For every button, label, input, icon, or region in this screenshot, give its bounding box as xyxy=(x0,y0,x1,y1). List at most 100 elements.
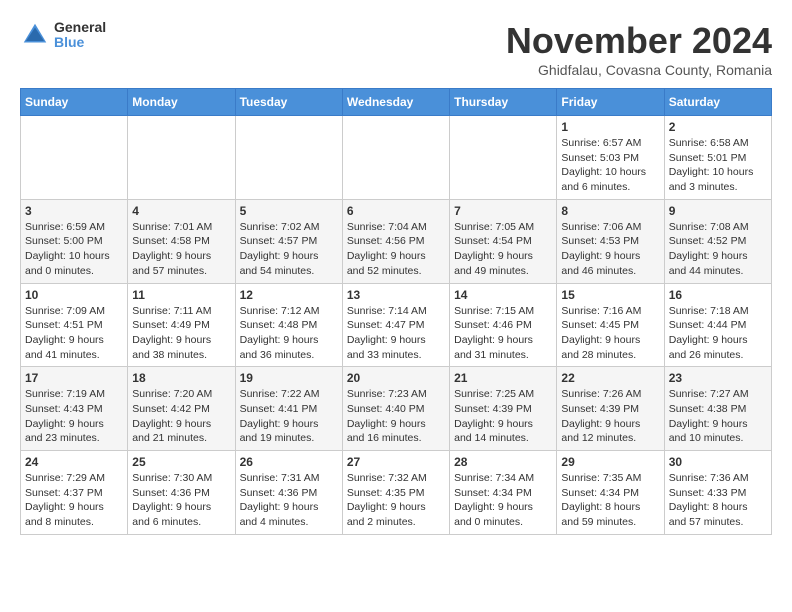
day-info: Sunrise: 7:01 AMSunset: 4:58 PMDaylight:… xyxy=(132,220,230,279)
day-number: 8 xyxy=(561,204,659,218)
day-info: Sunrise: 7:32 AMSunset: 4:35 PMDaylight:… xyxy=(347,471,445,530)
calendar-body: 1 Sunrise: 6:57 AMSunset: 5:03 PMDaylight… xyxy=(21,116,772,535)
day-info: Sunrise: 7:14 AMSunset: 4:47 PMDaylight:… xyxy=(347,304,445,363)
day-info: Sunrise: 7:25 AMSunset: 4:39 PMDaylight:… xyxy=(454,387,552,446)
day-info: Sunrise: 7:31 AMSunset: 4:36 PMDaylight:… xyxy=(240,471,338,530)
day-info: Sunrise: 7:20 AMSunset: 4:42 PMDaylight:… xyxy=(132,387,230,446)
day-header-sunday: Sunday xyxy=(21,89,128,116)
calendar-cell: 2 Sunrise: 6:58 AMSunset: 5:01 PMDaylight… xyxy=(664,116,771,200)
calendar-cell xyxy=(21,116,128,200)
day-header-monday: Monday xyxy=(128,89,235,116)
calendar-cell: 6 Sunrise: 7:04 AMSunset: 4:56 PMDaylight… xyxy=(342,199,449,283)
day-info: Sunrise: 7:34 AMSunset: 4:34 PMDaylight:… xyxy=(454,471,552,530)
day-info: Sunrise: 7:15 AMSunset: 4:46 PMDaylight:… xyxy=(454,304,552,363)
day-info: Sunrise: 7:16 AMSunset: 4:45 PMDaylight:… xyxy=(561,304,659,363)
day-number: 6 xyxy=(347,204,445,218)
calendar-cell xyxy=(450,116,557,200)
calendar-table: SundayMondayTuesdayWednesdayThursdayFrid… xyxy=(20,88,772,535)
day-number: 5 xyxy=(240,204,338,218)
day-info: Sunrise: 7:05 AMSunset: 4:54 PMDaylight:… xyxy=(454,220,552,279)
calendar-cell: 24 Sunrise: 7:29 AMSunset: 4:37 PMDayligh… xyxy=(21,451,128,535)
calendar-cell: 17 Sunrise: 7:19 AMSunset: 4:43 PMDayligh… xyxy=(21,367,128,451)
calendar-cell: 27Sunrise: 7:32 AMSunset: 4:35 PMDayligh… xyxy=(342,451,449,535)
calendar-cell: 25Sunrise: 7:30 AMSunset: 4:36 PMDayligh… xyxy=(128,451,235,535)
title-area: November 2024 Ghidfalau, Covasna County,… xyxy=(506,20,772,78)
calendar-cell: 5 Sunrise: 7:02 AMSunset: 4:57 PMDaylight… xyxy=(235,199,342,283)
calendar-cell: 22Sunrise: 7:26 AMSunset: 4:39 PMDayligh… xyxy=(557,367,664,451)
day-number: 4 xyxy=(132,204,230,218)
day-number: 11 xyxy=(132,288,230,302)
logo-text: General Blue xyxy=(54,20,106,51)
day-number: 7 xyxy=(454,204,552,218)
calendar-cell: 29Sunrise: 7:35 AMSunset: 4:34 PMDayligh… xyxy=(557,451,664,535)
calendar-cell: 9Sunrise: 7:08 AMSunset: 4:52 PMDaylight… xyxy=(664,199,771,283)
day-number: 14 xyxy=(454,288,552,302)
logo-blue-text: Blue xyxy=(54,35,106,50)
calendar-cell: 15Sunrise: 7:16 AMSunset: 4:45 PMDayligh… xyxy=(557,283,664,367)
day-info: Sunrise: 7:27 AMSunset: 4:38 PMDaylight:… xyxy=(669,387,767,446)
calendar-cell: 18 Sunrise: 7:20 AMSunset: 4:42 PMDayligh… xyxy=(128,367,235,451)
day-info: Sunrise: 7:09 AMSunset: 4:51 PMDaylight:… xyxy=(25,304,123,363)
month-title: November 2024 xyxy=(506,20,772,62)
day-header-friday: Friday xyxy=(557,89,664,116)
calendar-cell: 20Sunrise: 7:23 AMSunset: 4:40 PMDayligh… xyxy=(342,367,449,451)
day-info: Sunrise: 7:02 AMSunset: 4:57 PMDaylight:… xyxy=(240,220,338,279)
calendar-header: SundayMondayTuesdayWednesdayThursdayFrid… xyxy=(21,89,772,116)
calendar-week-5: 24 Sunrise: 7:29 AMSunset: 4:37 PMDayligh… xyxy=(21,451,772,535)
day-headers-row: SundayMondayTuesdayWednesdayThursdayFrid… xyxy=(21,89,772,116)
day-number: 26 xyxy=(240,455,338,469)
location-subtitle: Ghidfalau, Covasna County, Romania xyxy=(506,62,772,78)
calendar-week-3: 10 Sunrise: 7:09 AMSunset: 4:51 PMDayligh… xyxy=(21,283,772,367)
day-number: 29 xyxy=(561,455,659,469)
day-number: 10 xyxy=(25,288,123,302)
calendar-cell: 7 Sunrise: 7:05 AMSunset: 4:54 PMDaylight… xyxy=(450,199,557,283)
day-info: Sunrise: 6:59 AMSunset: 5:00 PMDaylight:… xyxy=(25,220,123,279)
calendar-week-1: 1 Sunrise: 6:57 AMSunset: 5:03 PMDaylight… xyxy=(21,116,772,200)
day-number: 17 xyxy=(25,371,123,385)
day-number: 24 xyxy=(25,455,123,469)
day-info: Sunrise: 7:29 AMSunset: 4:37 PMDaylight:… xyxy=(25,471,123,530)
day-number: 28 xyxy=(454,455,552,469)
calendar-cell: 12 Sunrise: 7:12 AMSunset: 4:48 PMDayligh… xyxy=(235,283,342,367)
calendar-cell: 11Sunrise: 7:11 AMSunset: 4:49 PMDayligh… xyxy=(128,283,235,367)
calendar-cell xyxy=(128,116,235,200)
calendar-cell: 3 Sunrise: 6:59 AMSunset: 5:00 PMDaylight… xyxy=(21,199,128,283)
day-header-thursday: Thursday xyxy=(450,89,557,116)
day-info: Sunrise: 7:12 AMSunset: 4:48 PMDaylight:… xyxy=(240,304,338,363)
day-info: Sunrise: 7:06 AMSunset: 4:53 PMDaylight:… xyxy=(561,220,659,279)
day-number: 13 xyxy=(347,288,445,302)
calendar-cell: 21 Sunrise: 7:25 AMSunset: 4:39 PMDayligh… xyxy=(450,367,557,451)
calendar-cell: 14 Sunrise: 7:15 AMSunset: 4:46 PMDayligh… xyxy=(450,283,557,367)
day-header-saturday: Saturday xyxy=(664,89,771,116)
page-header: General Blue November 2024 Ghidfalau, Co… xyxy=(20,20,772,78)
calendar-cell: 23Sunrise: 7:27 AMSunset: 4:38 PMDayligh… xyxy=(664,367,771,451)
day-info: Sunrise: 7:30 AMSunset: 4:36 PMDaylight:… xyxy=(132,471,230,530)
day-header-tuesday: Tuesday xyxy=(235,89,342,116)
day-info: Sunrise: 7:22 AMSunset: 4:41 PMDaylight:… xyxy=(240,387,338,446)
day-number: 2 xyxy=(669,120,767,134)
calendar-cell: 1 Sunrise: 6:57 AMSunset: 5:03 PMDaylight… xyxy=(557,116,664,200)
day-info: Sunrise: 7:04 AMSunset: 4:56 PMDaylight:… xyxy=(347,220,445,279)
day-number: 18 xyxy=(132,371,230,385)
calendar-cell: 4 Sunrise: 7:01 AMSunset: 4:58 PMDaylight… xyxy=(128,199,235,283)
day-info: Sunrise: 7:08 AMSunset: 4:52 PMDaylight:… xyxy=(669,220,767,279)
calendar-week-4: 17 Sunrise: 7:19 AMSunset: 4:43 PMDayligh… xyxy=(21,367,772,451)
day-number: 3 xyxy=(25,204,123,218)
day-number: 16 xyxy=(669,288,767,302)
calendar-cell: 8 Sunrise: 7:06 AMSunset: 4:53 PMDaylight… xyxy=(557,199,664,283)
day-number: 21 xyxy=(454,371,552,385)
day-info: Sunrise: 7:19 AMSunset: 4:43 PMDaylight:… xyxy=(25,387,123,446)
logo-general-text: General xyxy=(54,20,106,35)
day-number: 1 xyxy=(561,120,659,134)
calendar-cell: 28 Sunrise: 7:34 AMSunset: 4:34 PMDayligh… xyxy=(450,451,557,535)
day-info: Sunrise: 6:57 AMSunset: 5:03 PMDaylight:… xyxy=(561,136,659,195)
day-number: 19 xyxy=(240,371,338,385)
day-number: 12 xyxy=(240,288,338,302)
day-info: Sunrise: 7:18 AMSunset: 4:44 PMDaylight:… xyxy=(669,304,767,363)
day-header-wednesday: Wednesday xyxy=(342,89,449,116)
calendar-cell: 30Sunrise: 7:36 AMSunset: 4:33 PMDayligh… xyxy=(664,451,771,535)
calendar-week-2: 3 Sunrise: 6:59 AMSunset: 5:00 PMDaylight… xyxy=(21,199,772,283)
day-info: Sunrise: 6:58 AMSunset: 5:01 PMDaylight:… xyxy=(669,136,767,195)
calendar-cell: 13 Sunrise: 7:14 AMSunset: 4:47 PMDayligh… xyxy=(342,283,449,367)
calendar-cell xyxy=(235,116,342,200)
